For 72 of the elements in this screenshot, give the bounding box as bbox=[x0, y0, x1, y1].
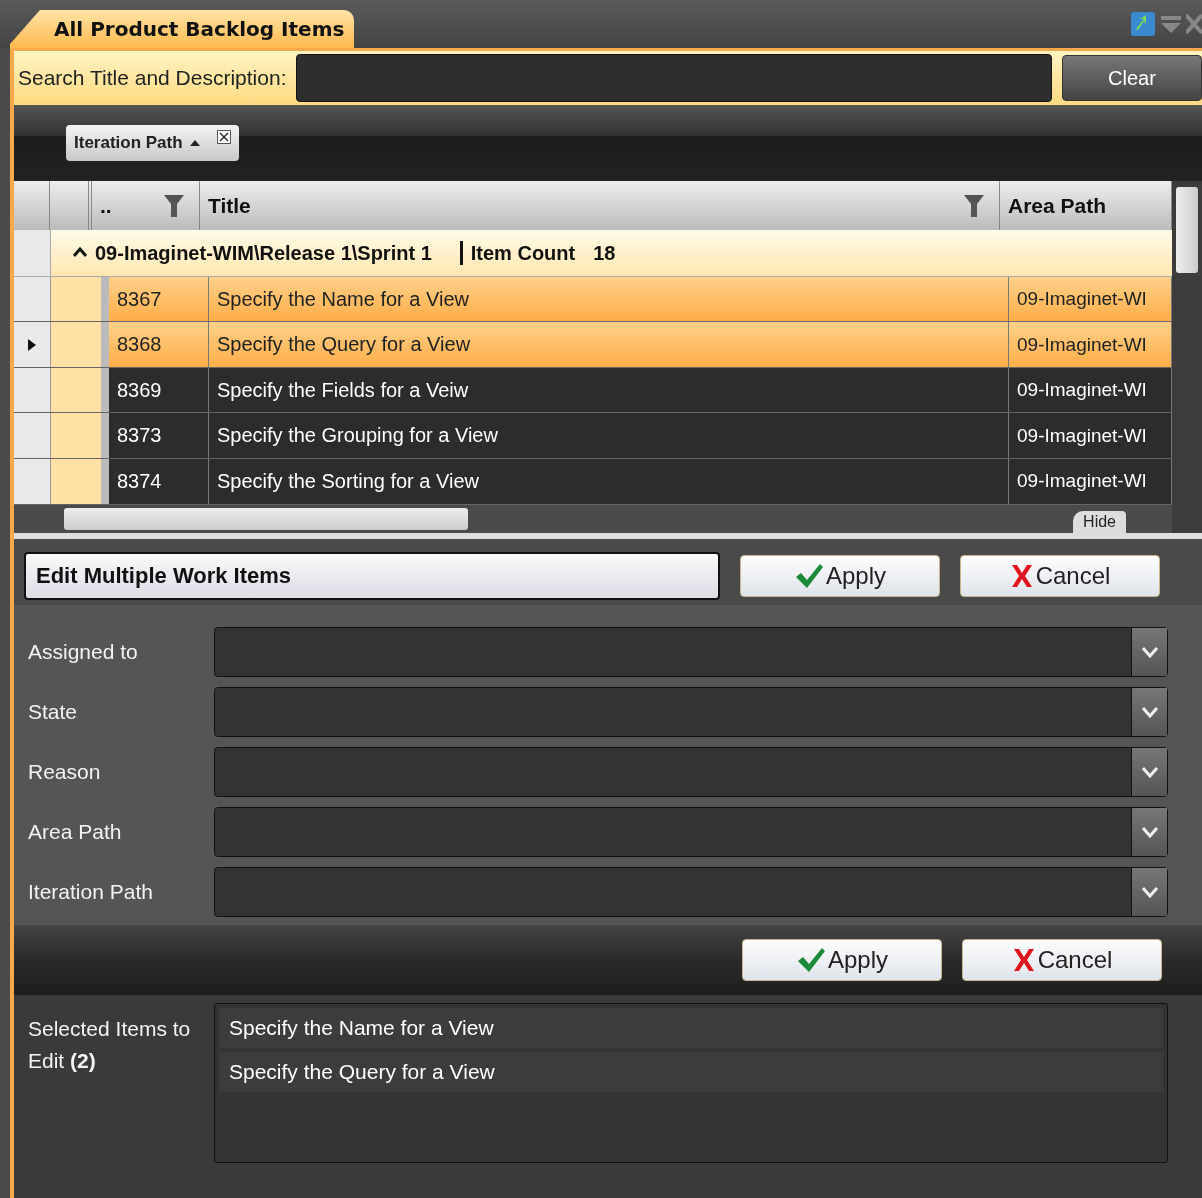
row-header-cell[interactable] bbox=[14, 459, 51, 504]
dropdown-field[interactable] bbox=[214, 687, 1168, 737]
group-chip[interactable]: Iteration Path bbox=[66, 125, 239, 161]
table-cell: 8374 bbox=[109, 459, 209, 504]
field-label: Area Path bbox=[28, 820, 123, 844]
group-indent bbox=[51, 413, 109, 458]
table-cell: 8367 bbox=[109, 276, 209, 322]
table-cell: 09-Imaginet-WI bbox=[1009, 367, 1172, 413]
row-header-cell[interactable] bbox=[14, 413, 51, 458]
table-cell: Specify the Fields for a Veiw bbox=[209, 367, 1009, 413]
list-item[interactable]: Specify the Query for a View bbox=[219, 1052, 1163, 1092]
panel-title: Edit Multiple Work Items bbox=[24, 552, 720, 600]
table-row[interactable]: 8374 Specify the Sorting for a View 09-Imaginet-WI bbox=[14, 459, 1172, 505]
chevron-down-icon[interactable] bbox=[1131, 628, 1167, 676]
table-cell: Specify the Name for a View bbox=[209, 276, 1009, 322]
apply-button[interactable]: Apply bbox=[742, 939, 942, 981]
group-indent bbox=[51, 322, 109, 367]
selected-items-label: Selected Items to Edit (2) bbox=[28, 1016, 192, 1074]
table-cell: 8368 bbox=[109, 322, 209, 367]
filter-icon[interactable] bbox=[963, 193, 985, 218]
cancel-button[interactable]: Cancel bbox=[960, 555, 1160, 597]
chevron-down-icon[interactable] bbox=[1131, 688, 1167, 736]
group-indent bbox=[51, 459, 109, 504]
table-cell: 8369 bbox=[109, 367, 209, 413]
table-row[interactable]: 8373 Specify the Grouping for a View 09-Imaginet-WI bbox=[14, 413, 1172, 459]
list-item[interactable]: Specify the Name for a View bbox=[219, 1008, 1163, 1048]
table-cell: Specify the Sorting for a View bbox=[209, 459, 1009, 504]
table-cell: 09-Imaginet-WI bbox=[1009, 459, 1172, 504]
chevron-down-icon[interactable] bbox=[1131, 868, 1167, 916]
chip-label: Iteration Path bbox=[74, 133, 183, 153]
group-label: 09-Imaginet-WIM\Release 1\Sprint 1 bbox=[95, 241, 432, 265]
row-header-cell[interactable] bbox=[14, 367, 51, 413]
filter-icon[interactable] bbox=[163, 193, 185, 218]
clear-button[interactable]: Clear bbox=[1062, 55, 1202, 101]
document-tab[interactable]: All Product Backlog Items bbox=[10, 10, 355, 48]
close-icon bbox=[1011, 947, 1036, 973]
table-cell: Specify the Query for a View bbox=[209, 322, 1009, 367]
dropdown-field[interactable] bbox=[214, 807, 1168, 857]
chevron-down-icon[interactable] bbox=[1131, 808, 1167, 856]
group-indent bbox=[51, 276, 109, 322]
table-row[interactable]: 8368 Specify the Query for a View 09-Imaginet-WI bbox=[14, 322, 1172, 368]
table-cell: Specify the Grouping for a View bbox=[209, 413, 1009, 458]
field-label: State bbox=[28, 700, 79, 724]
field-label: Reason bbox=[28, 760, 102, 784]
scrollbar-thumb[interactable] bbox=[64, 507, 468, 530]
cancel-button[interactable]: Cancel bbox=[962, 939, 1162, 981]
apply-button[interactable]: Apply bbox=[740, 555, 940, 597]
table-cell: 09-Imaginet-WI bbox=[1009, 413, 1172, 458]
dropdown-icon[interactable] bbox=[1160, 14, 1182, 34]
count-label: Item Count bbox=[470, 241, 576, 265]
close-icon bbox=[1009, 563, 1034, 589]
chevron-down-icon[interactable] bbox=[1131, 748, 1167, 796]
table-cell: 09-Imaginet-WI bbox=[1009, 322, 1172, 367]
hide-tab[interactable]: Hide bbox=[1073, 510, 1126, 533]
search-label: Search Title and Description: bbox=[18, 66, 287, 90]
group-indent bbox=[51, 367, 109, 413]
field-label: Iteration Path bbox=[28, 880, 154, 904]
item-count: 18 bbox=[593, 241, 616, 265]
dropdown-field[interactable] bbox=[214, 747, 1168, 797]
table-cell: 8373 bbox=[109, 413, 209, 458]
field-label: Assigned to bbox=[28, 640, 139, 664]
close-icon[interactable] bbox=[216, 130, 231, 144]
dropdown-field[interactable] bbox=[214, 867, 1168, 917]
dropdown-field[interactable] bbox=[214, 627, 1168, 677]
table-row[interactable]: 8369 Specify the Fields for a Veiw 09-Imaginet-WI bbox=[14, 367, 1172, 414]
table-row[interactable]: 8367 Specify the Name for a View 09-Imaginet-WI bbox=[14, 276, 1172, 323]
search-field[interactable] bbox=[296, 54, 1052, 102]
row-header-cell[interactable] bbox=[14, 276, 51, 322]
row-header-cell[interactable] bbox=[14, 322, 51, 367]
table-cell: 09-Imaginet-WI bbox=[1009, 276, 1172, 322]
scrollbar-thumb[interactable] bbox=[1176, 187, 1198, 273]
refresh-icon[interactable] bbox=[1130, 11, 1156, 37]
